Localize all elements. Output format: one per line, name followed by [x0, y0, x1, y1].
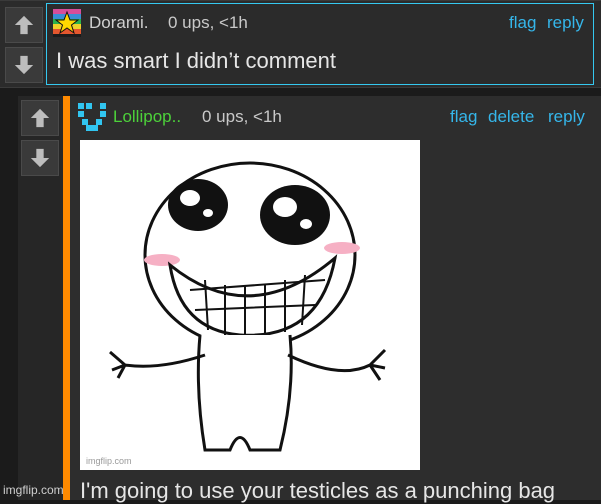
vote-buttons [21, 100, 59, 180]
reply-link[interactable]: reply [547, 13, 584, 33]
flag-link[interactable]: flag [450, 107, 477, 127]
reply-link[interactable]: reply [548, 107, 585, 127]
downvote-button[interactable] [21, 140, 59, 176]
avatar[interactable] [76, 101, 108, 133]
arrow-down-icon [14, 55, 34, 75]
arrow-up-icon [14, 15, 34, 35]
meme-image[interactable]: imgflip.com [80, 140, 420, 470]
comment-meta: 0 ups, <1h [202, 107, 282, 126]
arrow-up-icon [30, 108, 50, 128]
image-watermark: imgflip.com [86, 456, 132, 466]
username[interactable]: Dorami. [89, 13, 149, 33]
arrow-down-icon [30, 148, 50, 168]
comment-text: I'm going to use your testicles as a pun… [80, 478, 556, 503]
upvote-button[interactable] [5, 7, 43, 43]
username[interactable]: Lollipop.. [113, 107, 181, 127]
comment-meta: 0 ups, <1h [168, 13, 248, 32]
avatar[interactable] [53, 9, 81, 37]
reply-indent-bar [63, 96, 70, 500]
delete-link[interactable]: delete [488, 107, 534, 127]
upvote-button[interactable] [21, 100, 59, 136]
comment-text: I was smart I didn’t comment [56, 48, 336, 73]
comment-dorami: Dorami. 0 ups, <1h flag reply I was smar… [0, 0, 601, 88]
imgflip-watermark: imgflip.com [3, 483, 64, 497]
downvote-button[interactable] [5, 47, 43, 83]
flag-link[interactable]: flag [509, 13, 536, 33]
vote-buttons [5, 7, 43, 87]
smiling-creature-image [109, 161, 387, 452]
